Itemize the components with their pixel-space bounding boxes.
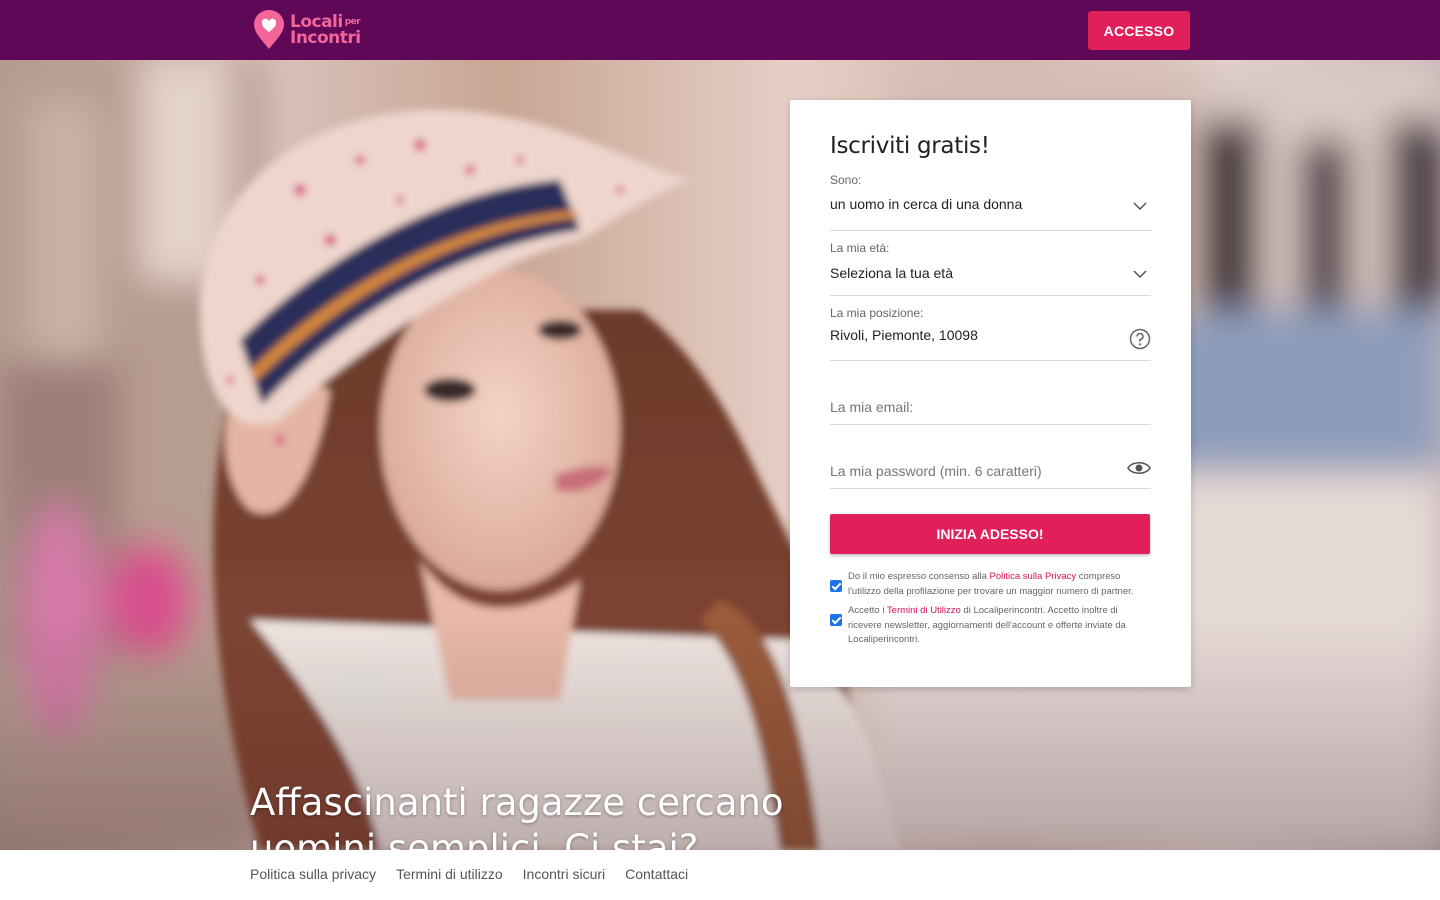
footer-link-privacy[interactable]: Politica sulla privacy <box>250 866 376 882</box>
signup-form: Iscriviti gratis! Sono: un uomo in cerca… <box>790 100 1191 687</box>
age-label: La mia età: <box>830 241 890 255</box>
privacy-policy-link[interactable]: Politica sulla Privacy <box>990 571 1077 582</box>
email-field[interactable]: La mia email: <box>830 361 1151 425</box>
password-placeholder: La mia password (min. 6 caratteri) <box>830 463 1042 479</box>
gender-label: Sono: <box>830 173 862 187</box>
eye-icon[interactable] <box>1127 460 1151 481</box>
map-pin-heart-icon <box>252 10 286 50</box>
chevron-down-icon[interactable] <box>1133 197 1147 215</box>
hero-headline: Affascinanti ragazze cercano uomini semp… <box>250 781 784 850</box>
location-label: La mia posizione: <box>830 306 924 320</box>
age-value: Seleziona la tua età <box>830 265 953 281</box>
footer-link-safe-dating[interactable]: Incontri sicuri <box>523 866 605 882</box>
footer: Politica sulla privacy Termini di utiliz… <box>0 850 1440 900</box>
help-icon[interactable] <box>1129 328 1151 355</box>
terms-checkbox[interactable] <box>830 614 842 626</box>
privacy-consent-text: Do il mio espresso consenso alla Politic… <box>848 571 1134 597</box>
gender-value: un uomo in cerca di una donna <box>830 196 1023 212</box>
hero-section: Affascinanti ragazze cercano uomini semp… <box>0 60 1440 850</box>
footer-links: Politica sulla privacy Termini di utiliz… <box>250 866 708 882</box>
terms-consent-text: Accetto i Termini di Utilizzo di Localip… <box>848 605 1126 645</box>
location-value[interactable]: Rivoli, Piemonte, 10098 <box>830 327 1151 343</box>
password-field[interactable]: La mia password (min. 6 caratteri) <box>830 425 1151 489</box>
top-navbar: Locali per Incontri ACCESSO <box>0 0 1440 60</box>
gender-select[interactable]: Sono: un uomo in cerca di una donna <box>830 173 1151 231</box>
privacy-consent: Do il mio espresso consenso alla Politic… <box>830 570 1151 599</box>
email-placeholder: La mia email: <box>830 399 914 415</box>
start-now-button[interactable]: INIZIA ADESSO! <box>830 514 1150 554</box>
signup-title: Iscriviti gratis! <box>830 133 990 159</box>
logo-text: Locali per Incontri <box>290 12 361 48</box>
login-button[interactable]: ACCESSO <box>1088 11 1190 50</box>
terms-of-use-link[interactable]: Termini di Utilizzo <box>887 605 961 616</box>
site-logo[interactable]: Locali per Incontri <box>252 10 361 50</box>
age-select[interactable]: La mia età: Seleziona la tua età <box>830 241 1151 296</box>
privacy-checkbox[interactable] <box>830 580 842 592</box>
chevron-down-icon[interactable] <box>1133 265 1147 283</box>
footer-link-terms[interactable]: Termini di utilizzo <box>396 866 503 882</box>
terms-consent: Accetto i Termini di Utilizzo di Localip… <box>830 604 1151 648</box>
location-field[interactable]: La mia posizione: Rivoli, Piemonte, 1009… <box>830 306 1151 361</box>
footer-link-contact[interactable]: Contattaci <box>625 866 688 882</box>
